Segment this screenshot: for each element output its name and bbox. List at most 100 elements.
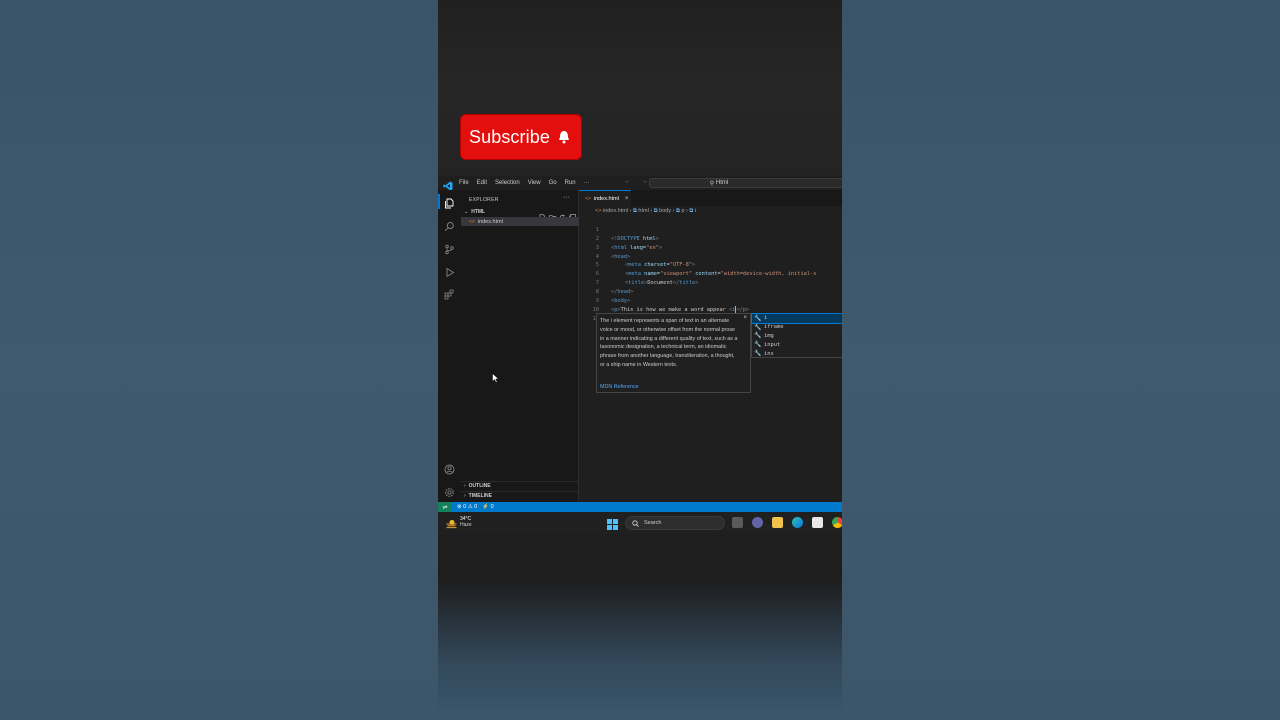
collapse-all-icon[interactable] [569, 208, 576, 221]
breadcrumb-body[interactable]: body [659, 208, 671, 214]
mouse-pointer-icon [492, 370, 500, 383]
bottom-glow [438, 580, 842, 720]
outline-section[interactable]: › OUTLINE [461, 481, 579, 490]
search-label: Search [644, 520, 662, 526]
status-bar: ⇌ ⊗ 0 ⚠ 0 ⚡ 0 [438, 502, 842, 512]
bell-icon [558, 130, 570, 144]
settings-gear-icon[interactable] [444, 485, 455, 497]
breadcrumb-p[interactable]: p [681, 208, 684, 214]
folder-row-html[interactable]: ⌄ HTML [461, 207, 579, 221]
source-control-icon[interactable] [444, 242, 455, 255]
title-bar: File Edit Selection View Go Run ··· ← → … [438, 176, 842, 191]
menu-view[interactable]: View [528, 180, 541, 186]
ports-indicator[interactable]: ⚡ 0 [482, 504, 493, 510]
folder-name: HTML [471, 208, 486, 215]
code-line: 3 <head> [579, 235, 842, 260]
vscode-logo-icon [443, 178, 453, 191]
explorer-icon[interactable] [438, 194, 455, 209]
right-background [842, 0, 1280, 720]
folder-actions [539, 208, 576, 221]
remote-icon[interactable]: ⇌ [438, 502, 452, 512]
tab-index-html[interactable]: <> index.html × [579, 190, 631, 206]
chevron-right-icon: › [464, 483, 466, 489]
explorer-title: EXPLORER [469, 197, 499, 203]
file-row-index[interactable]: <> index.html [461, 217, 579, 226]
edge-browser-icon[interactable] [792, 517, 803, 528]
outline-label: OUTLINE [468, 483, 491, 489]
timeline-label: TIMELINE [468, 493, 493, 499]
command-center-label: Html [715, 180, 729, 186]
suggestion-item[interactable]: 🔧 iframe [752, 323, 842, 332]
breadcrumb-file[interactable]: index.html [603, 208, 628, 214]
code-line: 5 <meta name="viewport" content="width=d… [579, 253, 842, 277]
problems-indicator[interactable]: ⊗ 0 ⚠ 0 [457, 504, 477, 510]
html-file-icon: <> [585, 195, 591, 202]
chrome-icon[interactable] [832, 517, 842, 528]
file-name: index.html [477, 218, 503, 225]
task-view-icon[interactable] [732, 517, 743, 528]
menu-edit[interactable]: Edit [477, 180, 487, 186]
teams-chat-icon[interactable] [752, 517, 763, 528]
left-background [0, 0, 438, 720]
refresh-icon[interactable] [559, 208, 566, 221]
weather-condition: Haze [460, 522, 472, 528]
explorer-sidebar: EXPLORER ··· ⌄ HTML <> index.html › OUTL… [461, 190, 579, 502]
property-icon: 🔧 [754, 341, 762, 349]
new-file-icon[interactable] [539, 208, 546, 221]
subscribe-label: Subscribe [469, 126, 550, 147]
weather-widget[interactable]: 34°C Haze [446, 516, 472, 529]
suggestion-item[interactable]: 🔧 ins [752, 349, 842, 358]
property-icon: 🔧 [754, 314, 762, 322]
menu-go[interactable]: Go [549, 180, 557, 186]
html-file-icon: <> [469, 218, 475, 225]
menu-more[interactable]: ··· [584, 180, 590, 186]
code-editor[interactable]: 1 <!DOCTYPE html> 2 <html lang="en"> 3 <… [579, 217, 842, 322]
suggestion-widget: 🔧 i 🔧 iframe 🔧 img 🔧 input 🔧 ins [751, 313, 842, 358]
menu-selection[interactable]: Selection [495, 180, 520, 186]
code-line: 8 <body> [579, 279, 842, 304]
subscribe-button[interactable]: Subscribe [460, 114, 582, 160]
close-icon[interactable]: × [743, 315, 747, 321]
video-frame: Subscribe File Edit Selection View Go Ru… [438, 0, 842, 720]
account-icon[interactable] [444, 462, 455, 475]
new-folder-icon[interactable] [549, 208, 556, 221]
suggestion-item[interactable]: 🔧 input [752, 340, 842, 349]
command-center[interactable]: ⚲ Html [649, 178, 842, 188]
symbol-icon: ⧉ [653, 208, 658, 214]
documentation-popup: The i element represents a span of text … [596, 313, 751, 393]
file-explorer-icon[interactable] [772, 517, 783, 528]
mdn-reference-link[interactable]: MDN Reference [600, 384, 639, 390]
run-debug-icon[interactable] [444, 265, 455, 278]
close-icon[interactable]: × [625, 196, 629, 202]
menu-file[interactable]: File [459, 180, 469, 186]
search-icon [632, 514, 639, 532]
windows-taskbar: 34°C Haze Search [438, 512, 842, 534]
windows-start-icon[interactable] [607, 517, 618, 530]
code-line: 2 <html lang="en"> [579, 226, 842, 251]
symbol-icon: ⧉ [689, 208, 694, 214]
code-line: 9 <p>This is how we make a word appear <… [579, 288, 842, 313]
search-icon[interactable] [444, 219, 455, 232]
activity-bar [438, 190, 461, 502]
suggestion-item[interactable]: 🔧 i [751, 313, 842, 324]
taskbar-search[interactable]: Search [625, 516, 725, 530]
store-icon[interactable] [812, 517, 823, 528]
timeline-section[interactable]: › TIMELINE [461, 491, 579, 500]
doc-description: The i element represents a span of text … [600, 318, 738, 368]
taskbar-apps [732, 517, 842, 528]
code-line: 4 <meta charset="UTF-8"> [579, 244, 842, 269]
menu-run[interactable]: Run [565, 180, 576, 186]
breadcrumb: <> index.html › ⧉ html › ⧉ body › ⧉ p › … [595, 208, 697, 214]
extensions-icon[interactable] [444, 287, 455, 300]
breadcrumb-html[interactable]: html [638, 208, 648, 214]
code-line: 6 <title>Document</title> [579, 261, 842, 286]
tab-bar: <> index.html × [579, 190, 842, 206]
suggestion-item[interactable]: 🔧 img [752, 332, 842, 341]
breadcrumb-i[interactable]: i [695, 208, 696, 214]
chevron-right-icon: › [464, 493, 466, 499]
explorer-more-button[interactable]: ··· [563, 194, 570, 201]
code-line: 1 <!DOCTYPE html> [579, 217, 842, 242]
code-line: 10 [579, 297, 842, 313]
vscode-window: File Edit Selection View Go Run ··· ← → … [438, 176, 842, 512]
nav-arrows[interactable]: ← → [624, 178, 652, 185]
